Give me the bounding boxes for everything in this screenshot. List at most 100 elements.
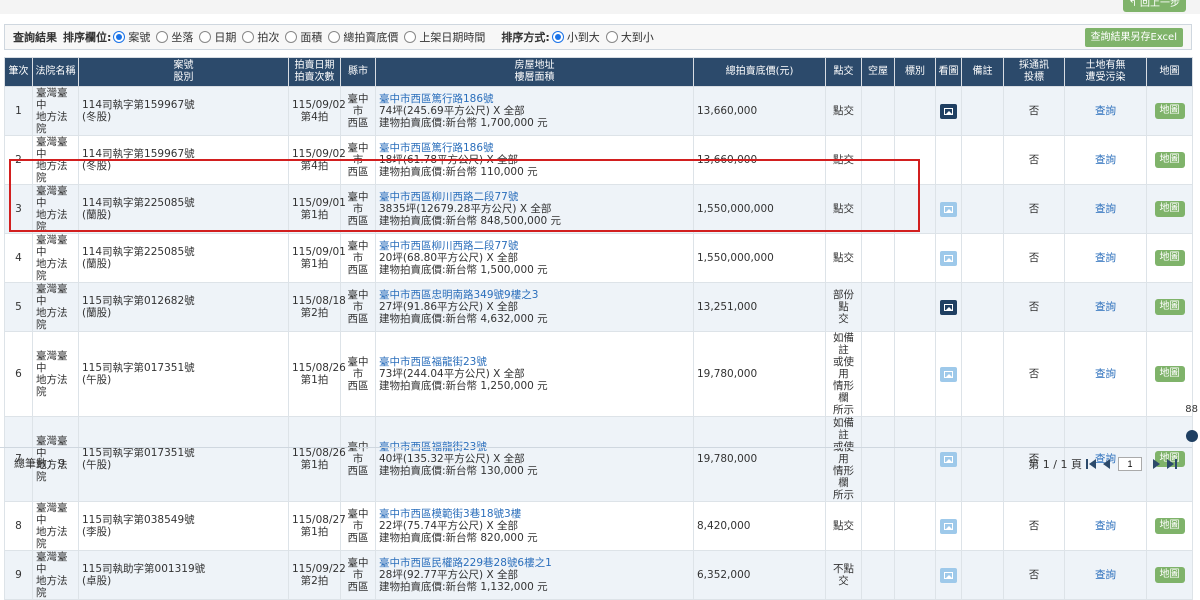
header-map[interactable]: 地圖: [1146, 57, 1193, 87]
cell-city: 臺中市 西區: [340, 282, 376, 332]
cell-address: 臺中市西區民權路229巷28號6樓之1 28坪(92.77平方公尺) X 全部 建物…: [375, 550, 694, 600]
photo-icon[interactable]: [940, 518, 957, 534]
table-row[interactable]: 9 臺灣臺中 地方法院 115司執助字第001319號 (卓股) 115/09/22 …: [4, 550, 1193, 600]
table-row[interactable]: 3 臺灣臺中 地方法院 114司執字第225085號 (蘭股) 115/09/01 第…: [4, 184, 1193, 234]
sort-field-radio[interactable]: 面積: [285, 29, 322, 45]
chat-icon[interactable]: [1186, 430, 1198, 442]
photo-icon[interactable]: [940, 103, 957, 119]
table-row[interactable]: 5 臺灣臺中 地方法院 115司執字第012682號 (蘭股) 115/08/18 第…: [4, 282, 1193, 332]
query-link[interactable]: 查詢: [1095, 203, 1116, 215]
map-button[interactable]: 地圖: [1154, 250, 1185, 266]
sort-field-radio[interactable]: 坐落: [156, 29, 193, 45]
cell-map: 地圖: [1146, 282, 1193, 332]
cell-map: 地圖: [1146, 184, 1193, 234]
query-link[interactable]: 查詢: [1095, 154, 1116, 166]
map-button[interactable]: 地圖: [1154, 567, 1185, 583]
address-link[interactable]: 臺中市西區柳川西路二段77號: [379, 240, 690, 252]
cell-vacant: [861, 86, 895, 136]
cell-land: 查詢: [1064, 550, 1147, 600]
photo-icon[interactable]: [940, 567, 957, 583]
back-arrow-icon: ↰: [1128, 0, 1137, 9]
header-land[interactable]: 土地有無 遭受污染: [1064, 57, 1147, 87]
cell-date: 115/09/22 第2拍: [288, 550, 346, 600]
radio-label: 案號: [128, 31, 151, 44]
first-page-icon[interactable]: [1085, 458, 1097, 470]
table-row[interactable]: 1 臺灣臺中 地方法院 114司執字第159967號 (冬股) 115/09/02 第…: [4, 86, 1193, 136]
radio-label: 坐落: [171, 31, 194, 44]
photo-icon[interactable]: [940, 250, 957, 266]
query-link[interactable]: 查詢: [1095, 301, 1116, 313]
result-title: 查詢結果: [13, 31, 57, 44]
header-no[interactable]: 筆次: [4, 57, 33, 87]
header-handover[interactable]: 點交: [825, 57, 862, 87]
side-tool-icon[interactable]: 88: [1185, 404, 1198, 415]
area-text: 74坪(245.69平方公尺) X 全部: [379, 105, 525, 117]
table-row[interactable]: 2 臺灣臺中 地方法院 114司執字第159967號 (冬股) 115/09/02 第…: [4, 135, 1193, 185]
cell-no: 2: [4, 135, 33, 185]
cell-price: 19,780,000: [693, 331, 826, 417]
header-court[interactable]: 法院名稱: [32, 57, 79, 87]
cell-type: [894, 282, 936, 332]
radio-label: 面積: [300, 31, 323, 44]
query-link[interactable]: 查詢: [1095, 520, 1116, 532]
map-button[interactable]: 地圖: [1154, 201, 1185, 217]
page-number-input[interactable]: [1118, 457, 1142, 471]
header-price[interactable]: 總拍賣底價(元): [693, 57, 826, 87]
header-city[interactable]: 縣市: [340, 57, 376, 87]
address-link[interactable]: 臺中市西區篤行路186號: [379, 142, 690, 154]
prev-page-icon[interactable]: [1100, 458, 1112, 470]
address-link[interactable]: 臺中市西區忠明南路349號9樓之3: [379, 289, 690, 301]
table-row[interactable]: 6 臺灣臺中 地方法院 115司執字第017351號 (午股) 115/08/26 第…: [4, 331, 1193, 417]
map-button[interactable]: 地圖: [1154, 299, 1185, 315]
map-button[interactable]: 地圖: [1154, 518, 1185, 534]
cell-type: [894, 501, 936, 551]
header-note[interactable]: 備註: [961, 57, 1004, 87]
address-link[interactable]: 臺中市西區柳川西路二段77號: [379, 191, 690, 203]
sort-order-radio[interactable]: 小到大: [551, 29, 600, 45]
photo-icon[interactable]: [940, 366, 957, 382]
photo-icon[interactable]: [940, 201, 957, 217]
back-button[interactable]: ↰ 回上一步: [1122, 0, 1186, 12]
map-button[interactable]: 地圖: [1154, 152, 1185, 168]
cell-price: 8,420,000: [693, 501, 826, 551]
address-link[interactable]: 臺中市西區民權路229巷28號6樓之1: [379, 557, 690, 569]
header-case[interactable]: 案號 股別: [78, 57, 289, 87]
sort-field-radio[interactable]: 拍次: [242, 29, 279, 45]
sort-field-radio[interactable]: 上架日期時間: [404, 29, 485, 45]
table-row[interactable]: 8 臺灣臺中 地方法院 115司執字第038549號 (李股) 115/08/27 第…: [4, 501, 1193, 551]
last-page-icon[interactable]: [1166, 458, 1178, 470]
query-link[interactable]: 查詢: [1095, 252, 1116, 264]
next-page-icon[interactable]: [1151, 458, 1163, 470]
query-link[interactable]: 查詢: [1095, 569, 1116, 581]
cell-notice: 否: [1003, 550, 1065, 600]
cell-city: 臺中市 西區: [340, 135, 376, 185]
header-address[interactable]: 房屋地址 樓層面積: [375, 57, 694, 87]
table-footer: 總筆數：9 第 1 / 1 頁: [0, 447, 1192, 478]
query-link[interactable]: 查詢: [1095, 368, 1116, 380]
header-vacant[interactable]: 空屋: [861, 57, 895, 87]
address-link[interactable]: 臺中市西區篤行路186號: [379, 93, 690, 105]
photo-icon[interactable]: [940, 299, 957, 315]
header-type[interactable]: 標別: [894, 57, 936, 87]
sort-field-radio[interactable]: 總拍賣底價: [328, 29, 398, 45]
query-link[interactable]: 查詢: [1095, 105, 1116, 117]
header-date[interactable]: 拍賣日期 拍賣次數: [288, 57, 341, 87]
map-button[interactable]: 地圖: [1154, 366, 1185, 382]
cell-handover: 不點交: [825, 550, 862, 600]
table-row[interactable]: 4 臺灣臺中 地方法院 114司執字第225085號 (蘭股) 115/09/01 第…: [4, 233, 1193, 283]
address-link[interactable]: 臺中市西區福龍街23號: [379, 356, 690, 368]
cell-city: 臺中市 西區: [340, 550, 376, 600]
header-photo[interactable]: 看圖: [935, 57, 962, 87]
sort-filter-bar: 查詢結果 排序欄位: 案號 坐落 日期 拍次 面積 總拍賣底價 上架日期時間 排序方式: 小…: [4, 24, 1192, 50]
sort-field-label: 排序欄位:: [63, 31, 112, 44]
cell-no: 5: [4, 282, 33, 332]
sort-field-radio[interactable]: 日期: [199, 29, 236, 45]
sort-order-radio[interactable]: 大到小: [605, 29, 654, 45]
cell-notice: 否: [1003, 233, 1065, 283]
map-button[interactable]: 地圖: [1154, 103, 1185, 119]
header-notice[interactable]: 採通訊 投標: [1003, 57, 1065, 87]
export-excel-button[interactable]: 查詢結果另存Excel: [1084, 28, 1183, 47]
address-link[interactable]: 臺中市西區模範街3巷18號3樓: [379, 508, 690, 520]
sort-field-radio[interactable]: 案號: [113, 29, 150, 45]
radio-label: 拍次: [257, 31, 280, 44]
